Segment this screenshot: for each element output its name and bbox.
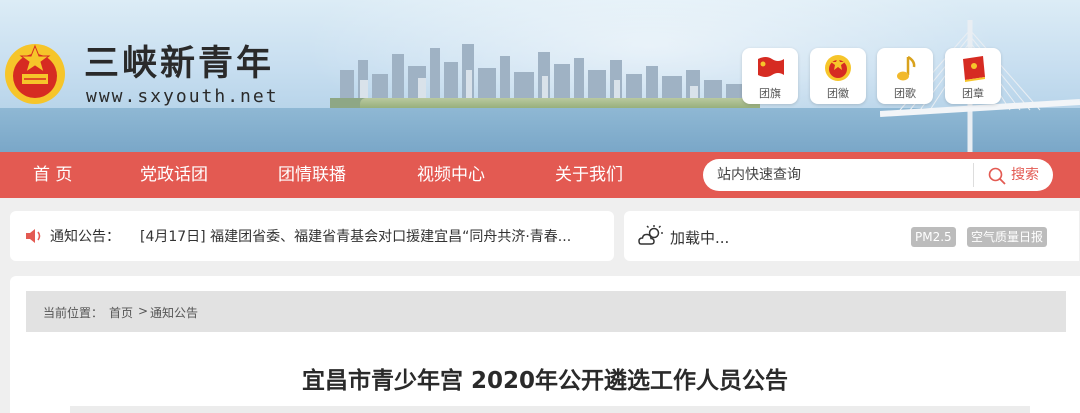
main-nav: 首 页 党政话团 团情联播 视频中心 关于我们 搜索 xyxy=(0,152,1080,198)
notice-bar: 通知公告： [4月17日] 福建团省委、福建省青基会对口援建宜昌“同舟共济·青春… xyxy=(10,211,614,261)
quick-link-emblem[interactable]: 团徽 xyxy=(810,48,866,104)
search-button[interactable]: 搜索 xyxy=(981,159,1051,191)
weather-status: 加载中... xyxy=(670,229,730,247)
quick-link-constitution[interactable]: 团章 xyxy=(945,48,1001,104)
search-button-label: 搜索 xyxy=(1011,167,1039,183)
emblem-icon xyxy=(825,55,851,81)
breadcrumb-separator: > xyxy=(138,304,149,318)
search-icon xyxy=(988,167,1006,185)
book-icon xyxy=(963,56,985,82)
nav-item-about[interactable]: 关于我们 xyxy=(555,152,623,198)
notice-link[interactable]: [4月17日] 福建团省委、福建省青基会对口援建宜昌“同舟共济·青春... xyxy=(140,226,571,246)
speaker-icon xyxy=(26,229,41,243)
nav-item-league-news[interactable]: 团情联播 xyxy=(278,152,346,198)
search-divider xyxy=(973,163,974,187)
article-title: 宜昌市青少年宫 2020年公开遴选工作人员公告 xyxy=(301,368,789,394)
pm25-badge[interactable]: PM2.5 xyxy=(911,227,956,247)
weather-bar: 加载中... PM2.5 空气质量日报 xyxy=(624,211,1079,261)
nav-item-party[interactable]: 党政话团 xyxy=(140,152,208,198)
flag-icon xyxy=(758,57,784,77)
quick-link-label: 团旗 xyxy=(759,87,781,100)
quick-link-song[interactable]: 团歌 xyxy=(877,48,933,104)
nav-item-video[interactable]: 视频中心 xyxy=(417,152,485,198)
weather-icon xyxy=(638,225,663,245)
quick-link-label: 团歌 xyxy=(894,87,916,100)
notice-label: 通知公告： xyxy=(50,229,120,245)
nav-item-home[interactable]: 首 页 xyxy=(33,152,72,198)
main-content: 当前位置： 首页 > 通知公告 宜昌市青少年宫 2020年公开遴选工作人员公告 xyxy=(10,276,1080,413)
music-note-icon xyxy=(897,55,916,81)
breadcrumb-prefix: 当前位置： xyxy=(43,306,104,320)
air-quality-badge[interactable]: 空气质量日报 xyxy=(967,227,1048,247)
site-url: www.sxyouth.net xyxy=(86,86,279,107)
quick-link-label: 团章 xyxy=(962,87,984,100)
search-input[interactable] xyxy=(717,159,972,191)
header-banner: 三峡新青年 www.sxyouth.net 团旗 团徽 团歌 团章 xyxy=(0,0,1080,152)
league-emblem-logo xyxy=(5,44,65,104)
breadcrumb: 当前位置： 首页 > 通知公告 xyxy=(26,291,1066,332)
search-box: 搜索 xyxy=(703,159,1053,191)
site-name: 三峡新青年 xyxy=(84,43,275,84)
quick-link-label: 团徽 xyxy=(827,87,849,100)
quick-link-flag[interactable]: 团旗 xyxy=(742,48,798,104)
content-divider xyxy=(70,406,1030,413)
breadcrumb-current-link[interactable]: 通知公告 xyxy=(150,304,198,321)
breadcrumb-home-link[interactable]: 首页 xyxy=(109,304,133,321)
